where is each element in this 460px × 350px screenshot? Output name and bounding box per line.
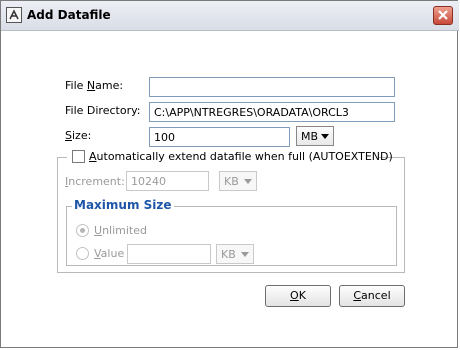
unlimited-radio[interactable] [76,224,89,237]
size-unit-select[interactable]: MB [296,126,334,146]
increment-unit-select[interactable]: KB [219,171,257,191]
file-name-input[interactable] [149,77,395,97]
close-icon[interactable] [433,6,453,25]
autoextend-label: Automatically extend datafile when full … [89,150,393,163]
increment-unit-value: KB [224,175,239,188]
increment-label: Increment: [65,175,125,188]
max-size-unit-value: KB [221,248,236,261]
autoextend-checkbox[interactable] [72,150,85,163]
add-datafile-dialog: Add Datafile File Name: File Directory: … [0,0,459,348]
file-name-label: File Name: [65,79,124,92]
ok-button[interactable]: OK [265,285,331,307]
maximum-size-title: Maximum Size [72,198,174,212]
increment-input[interactable] [126,171,209,191]
app-icon [6,7,22,23]
window-title: Add Datafile [27,8,111,22]
title-bar: Add Datafile [1,1,459,31]
size-label: Size: [65,129,92,142]
max-size-value-input[interactable] [127,244,211,264]
cancel-button[interactable]: Cancel [339,285,405,307]
chevron-down-icon [241,252,249,257]
file-directory-label: File Directory: [65,104,141,117]
unlimited-label: Unlimited [94,224,147,237]
size-input[interactable] [149,127,290,147]
value-radio[interactable] [76,247,89,260]
max-size-unit-select[interactable]: KB [216,244,254,264]
file-directory-input[interactable] [149,102,395,122]
value-label: Value [94,247,125,260]
chevron-down-icon [244,179,252,184]
size-unit-value: MB [301,130,319,143]
chevron-down-icon [321,134,329,139]
